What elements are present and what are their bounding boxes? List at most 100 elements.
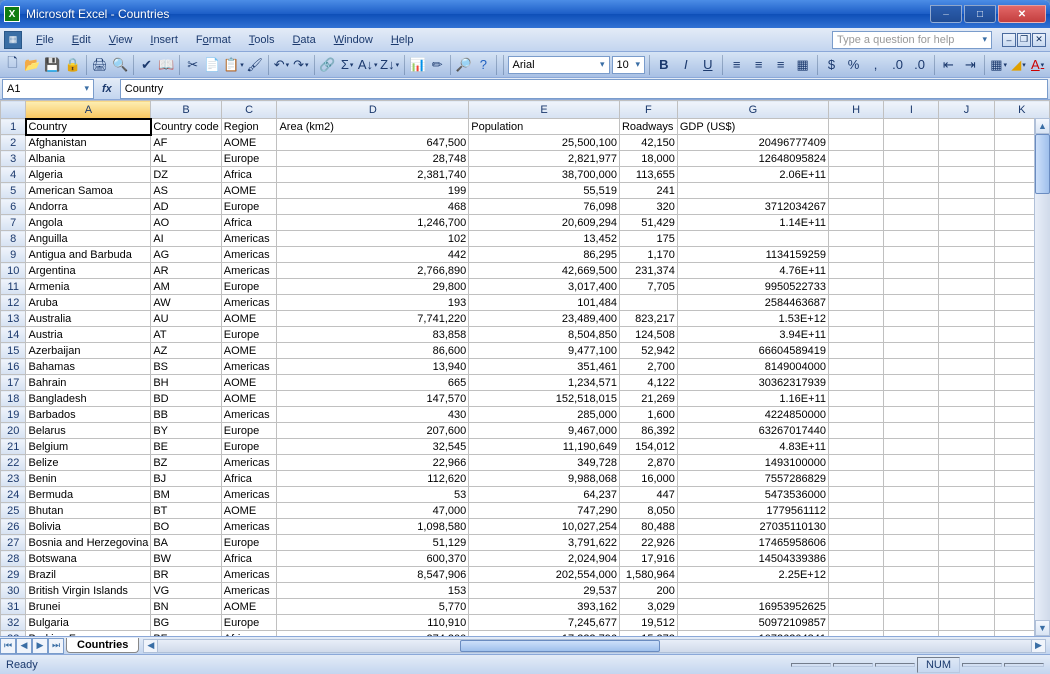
- save-button[interactable]: 💾: [43, 55, 61, 75]
- scroll-up-button[interactable]: ▲: [1035, 118, 1050, 134]
- cell-J33[interactable]: [939, 631, 994, 637]
- cell-E28[interactable]: 2,024,904: [469, 551, 620, 567]
- cell-I27[interactable]: [884, 535, 939, 551]
- cell-A2[interactable]: Afghanistan: [26, 135, 151, 151]
- cell-H3[interactable]: [828, 151, 883, 167]
- cell-A7[interactable]: Angola: [26, 215, 151, 231]
- cell-D3[interactable]: 28,748: [277, 151, 469, 167]
- row-header-3[interactable]: 3: [1, 151, 26, 167]
- cell-E25[interactable]: 747,290: [469, 503, 620, 519]
- cell-B13[interactable]: AU: [151, 311, 221, 327]
- cell-G24[interactable]: 5473536000: [677, 487, 828, 503]
- cell-B29[interactable]: BR: [151, 567, 221, 583]
- cell-E12[interactable]: 101,484: [469, 295, 620, 311]
- cell-D32[interactable]: 110,910: [277, 615, 469, 631]
- cell-H16[interactable]: [828, 359, 883, 375]
- cell-E27[interactable]: 3,791,622: [469, 535, 620, 551]
- cell-G25[interactable]: 1779561112: [677, 503, 828, 519]
- cell-H19[interactable]: [828, 407, 883, 423]
- cell-C26[interactable]: Americas: [221, 519, 277, 535]
- currency-button[interactable]: $: [822, 55, 842, 75]
- cell-I2[interactable]: [884, 135, 939, 151]
- cell-H18[interactable]: [828, 391, 883, 407]
- cell-J29[interactable]: [939, 567, 994, 583]
- cell-I16[interactable]: [884, 359, 939, 375]
- font-size-box[interactable]: 10: [612, 56, 645, 74]
- last-sheet-button[interactable]: ⏭: [48, 638, 64, 654]
- cell-A10[interactable]: Argentina: [26, 263, 151, 279]
- scroll-right-button[interactable]: ▶: [1031, 640, 1045, 652]
- cell-A16[interactable]: Bahamas: [26, 359, 151, 375]
- cell-G8[interactable]: [677, 231, 828, 247]
- workbook-minimize-button[interactable]: –: [1002, 33, 1016, 47]
- workbook-restore-button[interactable]: ❐: [1017, 33, 1031, 47]
- cell-D7[interactable]: 1,246,700: [277, 215, 469, 231]
- cell-G9[interactable]: 1134159259: [677, 247, 828, 263]
- cell-E9[interactable]: 86,295: [469, 247, 620, 263]
- help-search-box[interactable]: Type a question for help: [832, 31, 992, 49]
- bold-button[interactable]: B: [654, 55, 674, 75]
- comma-style-button[interactable]: ,: [866, 55, 886, 75]
- cell-G28[interactable]: 14504339386: [677, 551, 828, 567]
- italic-button[interactable]: I: [676, 55, 696, 75]
- cell-C15[interactable]: AOME: [221, 343, 277, 359]
- cell-A30[interactable]: British Virgin Islands: [26, 583, 151, 599]
- cell-E17[interactable]: 1,234,571: [469, 375, 620, 391]
- cell-A24[interactable]: Bermuda: [26, 487, 151, 503]
- cell-F22[interactable]: 2,870: [619, 455, 677, 471]
- cell-I33[interactable]: [884, 631, 939, 637]
- menu-insert[interactable]: Insert: [142, 32, 186, 48]
- borders-button[interactable]: ▦: [989, 55, 1008, 75]
- cell-A1[interactable]: Country: [26, 119, 151, 135]
- cell-C32[interactable]: Europe: [221, 615, 277, 631]
- cell-E26[interactable]: 10,027,254: [469, 519, 620, 535]
- cell-B19[interactable]: BB: [151, 407, 221, 423]
- cell-F20[interactable]: 86,392: [619, 423, 677, 439]
- cell-A19[interactable]: Barbados: [26, 407, 151, 423]
- cell-E2[interactable]: 25,500,100: [469, 135, 620, 151]
- cell-I4[interactable]: [884, 167, 939, 183]
- cell-D14[interactable]: 83,858: [277, 327, 469, 343]
- cell-I9[interactable]: [884, 247, 939, 263]
- cell-G33[interactable]: 10726204841: [677, 631, 828, 637]
- cell-B30[interactable]: VG: [151, 583, 221, 599]
- cell-C1[interactable]: Region: [221, 119, 277, 135]
- cell-G20[interactable]: 63267017440: [677, 423, 828, 439]
- row-header-9[interactable]: 9: [1, 247, 26, 263]
- horizontal-scrollbar[interactable]: ◀ ▶: [143, 639, 1046, 653]
- cell-A3[interactable]: Albania: [26, 151, 151, 167]
- cell-G3[interactable]: 12648095824: [677, 151, 828, 167]
- column-header-C[interactable]: C: [221, 101, 277, 119]
- research-button[interactable]: 📖: [157, 55, 175, 75]
- cell-C30[interactable]: Americas: [221, 583, 277, 599]
- cell-G11[interactable]: 9950522733: [677, 279, 828, 295]
- row-header-4[interactable]: 4: [1, 167, 26, 183]
- cell-F11[interactable]: 7,705: [619, 279, 677, 295]
- cell-F10[interactable]: 231,374: [619, 263, 677, 279]
- cell-I15[interactable]: [884, 343, 939, 359]
- cell-A26[interactable]: Bolivia: [26, 519, 151, 535]
- cell-I20[interactable]: [884, 423, 939, 439]
- row-header-23[interactable]: 23: [1, 471, 26, 487]
- cell-G21[interactable]: 4.83E+11: [677, 439, 828, 455]
- cell-J13[interactable]: [939, 311, 994, 327]
- cell-H1[interactable]: [828, 119, 883, 135]
- row-header-16[interactable]: 16: [1, 359, 26, 375]
- cell-F19[interactable]: 1,600: [619, 407, 677, 423]
- cell-F31[interactable]: 3,029: [619, 599, 677, 615]
- cell-B7[interactable]: AO: [151, 215, 221, 231]
- cell-J19[interactable]: [939, 407, 994, 423]
- cell-B4[interactable]: DZ: [151, 167, 221, 183]
- select-all-corner[interactable]: [1, 101, 26, 119]
- row-header-1[interactable]: 1: [1, 119, 26, 135]
- cell-H32[interactable]: [828, 615, 883, 631]
- cell-A9[interactable]: Antigua and Barbuda: [26, 247, 151, 263]
- cell-H12[interactable]: [828, 295, 883, 311]
- cell-J7[interactable]: [939, 215, 994, 231]
- cell-J1[interactable]: [939, 119, 994, 135]
- open-button[interactable]: 📂: [23, 55, 41, 75]
- cell-I5[interactable]: [884, 183, 939, 199]
- format-painter-button[interactable]: 🖌: [245, 55, 264, 75]
- column-header-D[interactable]: D: [277, 101, 469, 119]
- cell-A22[interactable]: Belize: [26, 455, 151, 471]
